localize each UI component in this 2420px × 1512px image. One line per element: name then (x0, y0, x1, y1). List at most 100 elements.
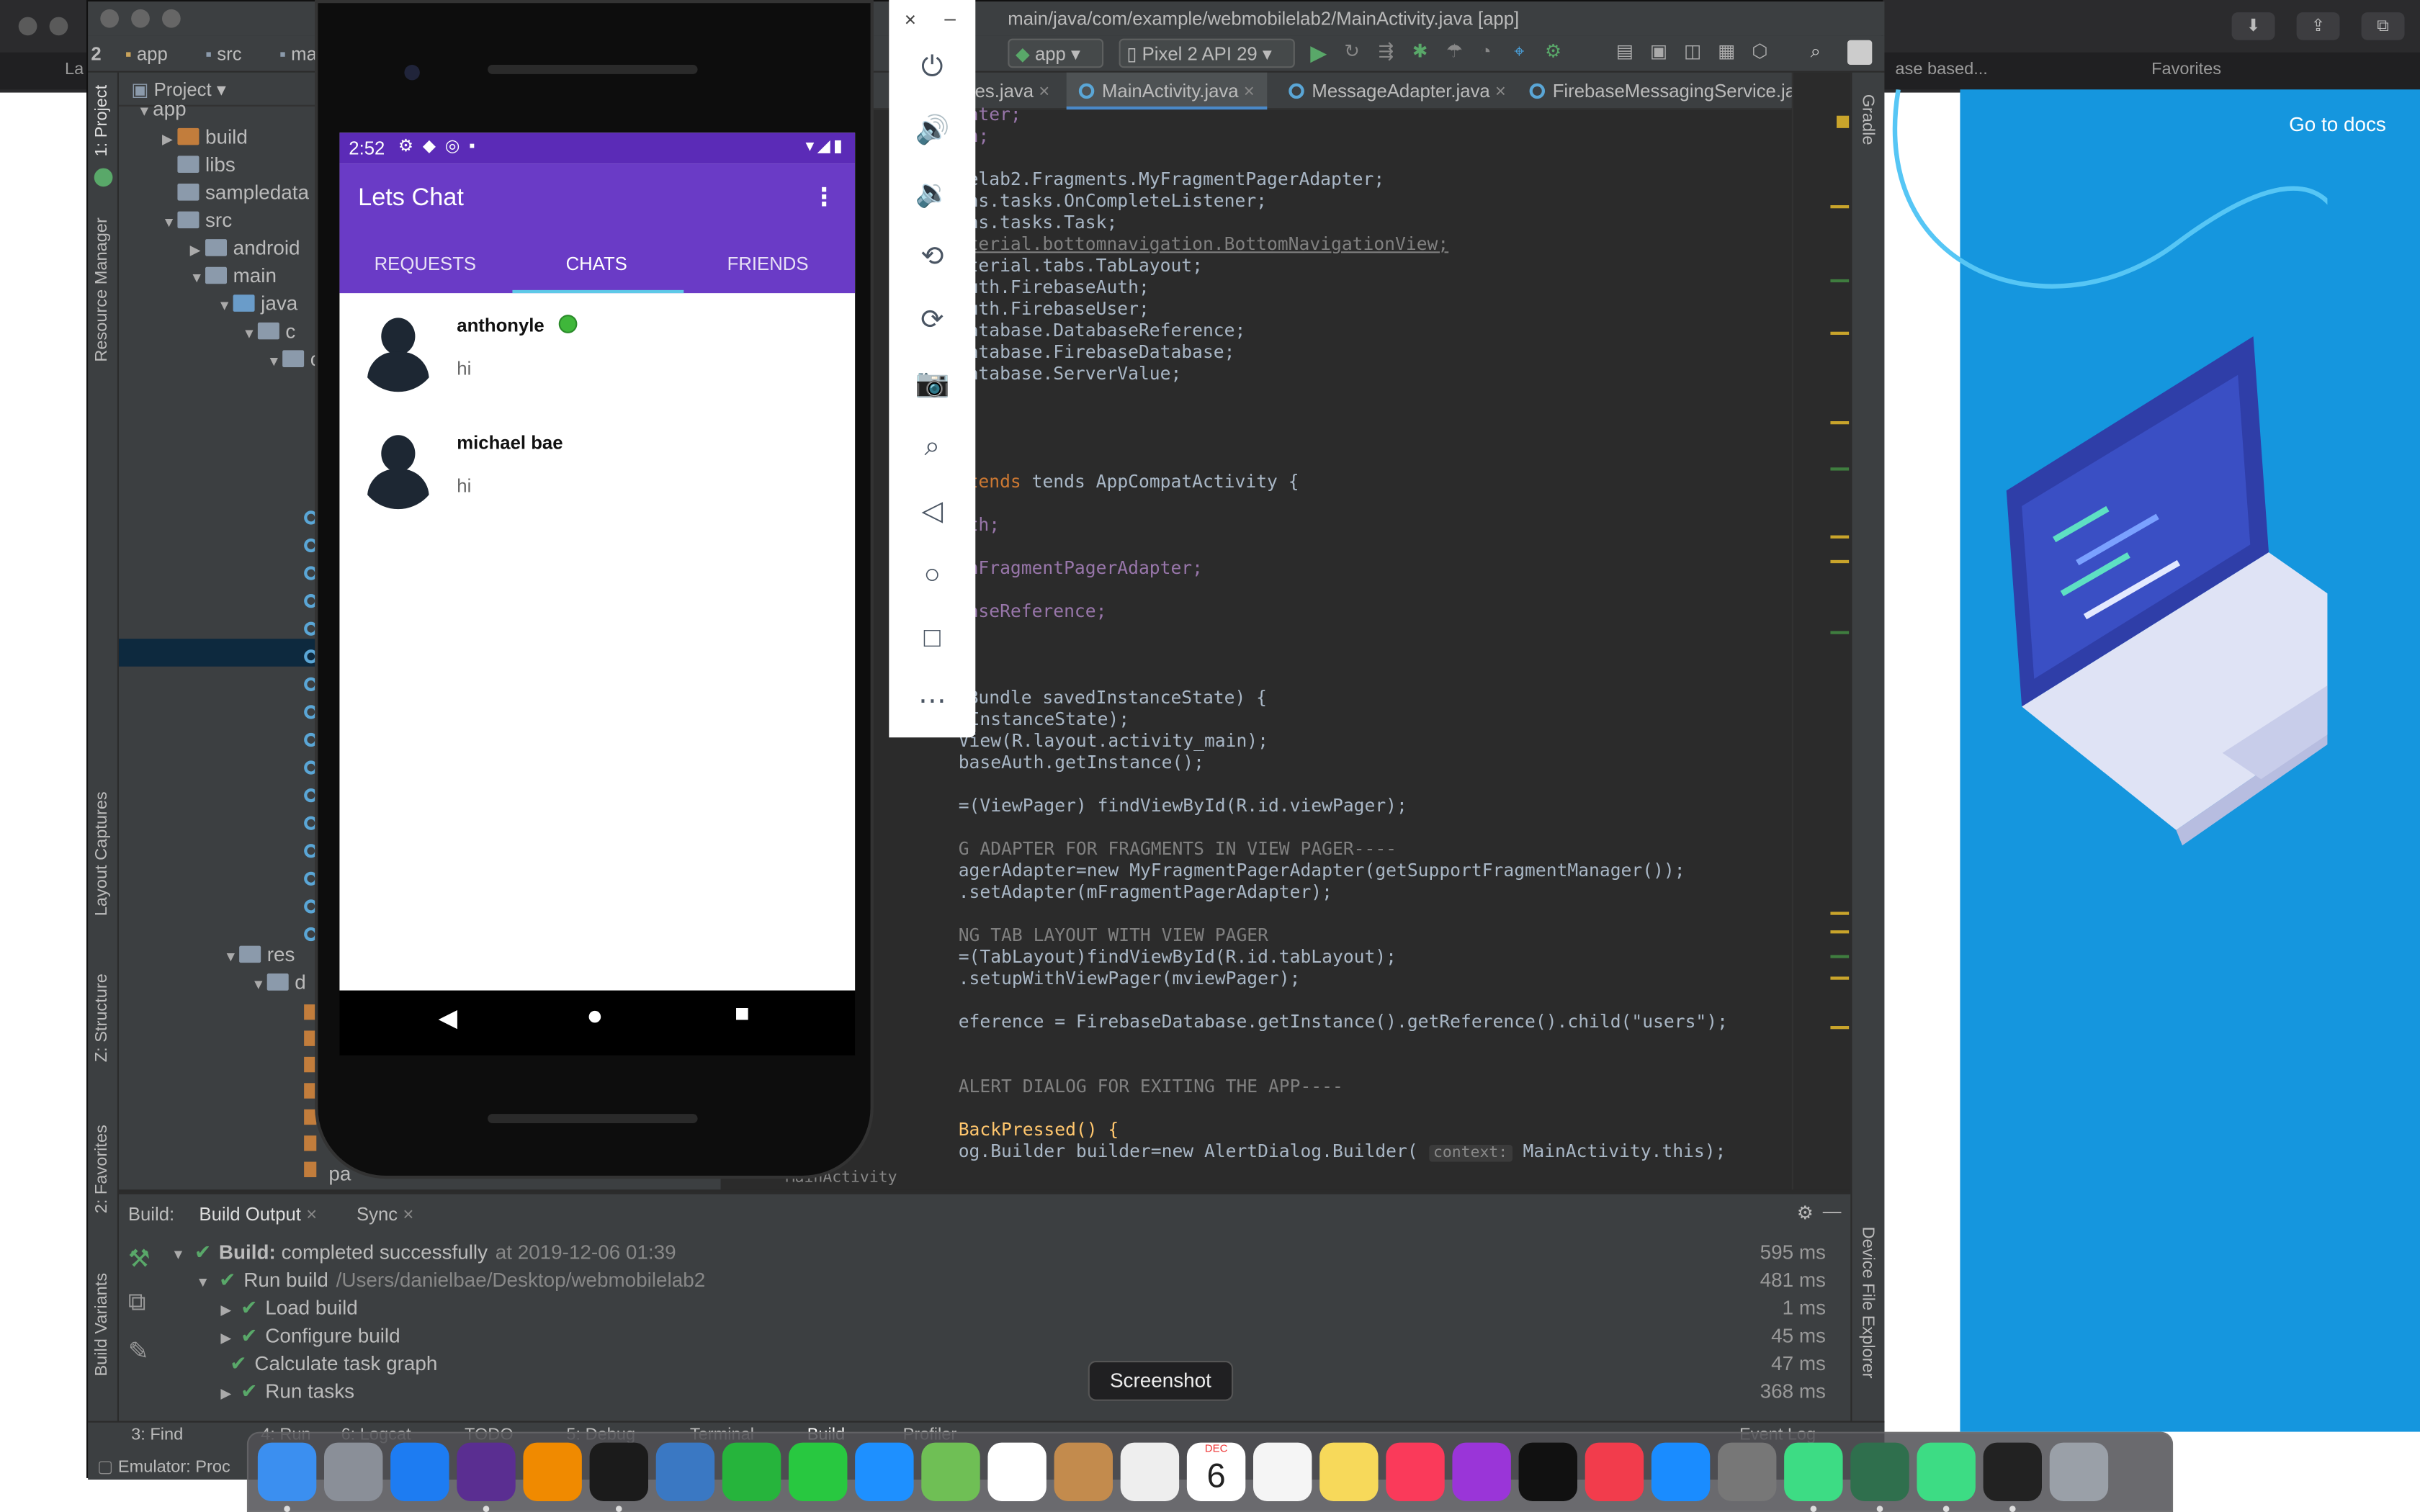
dock-app-app-store[interactable] (1651, 1442, 1711, 1501)
home-icon[interactable]: ○ (915, 557, 949, 591)
build-row[interactable]: ▶ ✔ Run tasks (220, 1380, 354, 1404)
stripe-marker[interactable] (1830, 421, 1850, 425)
coverage-icon[interactable]: ☂ (1446, 40, 1463, 62)
breadcrumb-item[interactable]: 2 (91, 43, 101, 65)
dock-app-github-desktop[interactable] (457, 1442, 516, 1501)
dock-app-tv[interactable] (1518, 1442, 1577, 1501)
code-area[interactable]: ater; n; elab2.Fragments.MyFragmentPagerAd… (786, 73, 1801, 1189)
avd-manager-icon[interactable]: ▣ (1650, 40, 1667, 62)
tool-gradle[interactable]: Gradle (1858, 94, 1877, 145)
chat-list-item[interactable]: michael bae hi (339, 423, 855, 534)
volume-up-icon[interactable]: 🔊 (915, 112, 950, 146)
expand-icon[interactable]: ▼ (218, 298, 233, 313)
apply-changes-icon[interactable]: ↻ (1344, 40, 1360, 62)
dock-app-launchpad[interactable] (324, 1442, 383, 1501)
back-icon[interactable]: ◁ (915, 494, 949, 528)
debug-icon[interactable]: ✱ (1412, 40, 1428, 62)
dock-app-trash[interactable] (2049, 1442, 2109, 1501)
tabs-icon[interactable]: ⧉ (2361, 12, 2405, 40)
dock-app-messages[interactable] (855, 1442, 914, 1501)
dock-app-safari[interactable] (390, 1442, 449, 1501)
tree-item[interactable]: ▼ main (190, 264, 277, 287)
tree-item[interactable]: libs (162, 153, 236, 176)
download-icon[interactable]: ⬇ (2231, 12, 2275, 40)
expand-icon[interactable]: ▼ (242, 325, 257, 341)
expand-icon[interactable]: ▶ (190, 242, 205, 259)
dock-app-podcasts[interactable] (1452, 1442, 1511, 1501)
dock-app-whatsapp[interactable] (722, 1442, 781, 1501)
run-icon[interactable]: ▶ (1310, 40, 1327, 66)
stripe-marker[interactable] (1830, 912, 1850, 915)
expand-icon[interactable]: ▼ (267, 354, 282, 369)
minimize-icon[interactable]: – (944, 6, 956, 30)
nav-recents-icon[interactable]: ■ (735, 1002, 750, 1030)
build-row[interactable]: ▶ ✔ Configure build (220, 1324, 400, 1349)
dock-app-notes[interactable] (1319, 1442, 1379, 1501)
stripe-marker[interactable] (1830, 331, 1850, 335)
gear-icon[interactable]: ⚙ (1797, 1202, 1814, 1223)
breadcrumb-item[interactable]: ▪ src (205, 43, 242, 65)
browser-minimize-button[interactable] (49, 17, 68, 36)
tab-build-output[interactable]: Build Output × (199, 1203, 317, 1225)
chat-list-item[interactable]: anthonyle hi (339, 305, 855, 416)
rotate-right-icon[interactable]: ⟳ (915, 302, 949, 336)
go-to-docs-link[interactable]: Go to docs (2289, 112, 2386, 135)
tool-resource-manager[interactable]: Resource Manager (93, 217, 112, 361)
power-icon[interactable]: ⏻ (915, 50, 949, 84)
tool-device-file-explorer[interactable]: Device File Explorer (1858, 1227, 1877, 1379)
sync-gradle-icon[interactable]: ⚙ (1545, 40, 1561, 62)
dock-app-android-studio-preview[interactable] (1917, 1442, 1976, 1501)
tree-item[interactable]: ▼c (242, 320, 295, 343)
stripe-marker[interactable] (1830, 535, 1850, 539)
dock-app-maps[interactable] (921, 1442, 980, 1501)
zoom-icon[interactable]: ⌕ (915, 429, 949, 463)
expand-icon[interactable]: ▼ (171, 1246, 185, 1261)
dock-app-sublime-text[interactable] (523, 1442, 582, 1501)
rotate-left-icon[interactable]: ⟲ (915, 239, 949, 273)
browser-close-button[interactable] (18, 17, 37, 36)
dock-app-finder[interactable] (257, 1442, 317, 1501)
layout-inspector-icon[interactable]: ◫ (1684, 40, 1701, 62)
tab-requests[interactable]: REQUESTS (339, 253, 511, 274)
build-row[interactable]: ✔ Calculate task graph (220, 1351, 437, 1376)
build-row[interactable]: ▶ ✔ Load build (220, 1296, 357, 1320)
nav-home-icon[interactable]: ● (586, 1000, 603, 1032)
build-row[interactable]: ▼ ✔ Run build/Users/danielbae/Desktop/webm… (196, 1268, 705, 1292)
tab-chats[interactable]: CHATS (511, 253, 682, 274)
dock-app-screenshot[interactable] (1120, 1442, 1180, 1501)
stripe-marker[interactable] (1830, 976, 1850, 980)
stripe-marker[interactable] (1830, 930, 1850, 934)
search-icon[interactable]: ⌕ (1811, 40, 1821, 63)
dock-app-facetime[interactable] (789, 1442, 848, 1501)
sdk-manager-icon[interactable]: ▤ (1616, 40, 1634, 62)
expand-icon[interactable]: ▼ (138, 104, 153, 119)
stripe-marker[interactable] (1830, 1026, 1850, 1030)
stripe-marker[interactable] (1830, 955, 1850, 958)
dock-app-emulator[interactable] (1850, 1442, 1909, 1501)
apply-code-changes-icon[interactable]: ⇶ (1379, 40, 1394, 62)
dock-app-reminders[interactable] (1253, 1442, 1312, 1501)
expand-icon[interactable]: ▶ (220, 1330, 231, 1345)
dock-app-terminal[interactable] (589, 1442, 648, 1501)
expand-icon[interactable]: ▼ (190, 270, 205, 285)
phone-screen[interactable]: 2:52 ⚙◆◎▪ ▾◢▮ Lets Chat ⋮ REQUESTS CHATS… (339, 132, 856, 991)
dock-app-terminal-window[interactable] (1983, 1442, 2042, 1501)
structure-icon[interactable]: ▦ (1718, 40, 1735, 62)
breadcrumb-item[interactable]: ▪ app (125, 43, 168, 65)
dock-app-android-studio[interactable] (1784, 1442, 1843, 1501)
volume-down-icon[interactable]: 🔉 (915, 176, 950, 210)
expand-icon[interactable]: ▶ (220, 1302, 231, 1318)
expand-icon[interactable]: ▶ (220, 1385, 231, 1400)
tab-sync[interactable]: Sync × (357, 1203, 413, 1225)
tree-item-res[interactable]: ▼ res (224, 942, 295, 966)
tool-structure[interactable]: Z: Structure (93, 973, 112, 1062)
overflow-menu-icon[interactable]: ⋮ (812, 182, 836, 213)
stripe-marker[interactable] (1830, 631, 1850, 634)
dock-app-contacts[interactable] (1054, 1442, 1113, 1501)
dock-app-news[interactable] (1585, 1442, 1644, 1501)
tree-item-d[interactable]: ▼ d (251, 971, 306, 994)
close-icon[interactable]: × (403, 1203, 413, 1225)
tree-item[interactable]: ▼ java (218, 292, 297, 315)
user-avatar[interactable] (1847, 40, 1873, 65)
rebuild-icon[interactable]: ⚒ (128, 1243, 151, 1274)
